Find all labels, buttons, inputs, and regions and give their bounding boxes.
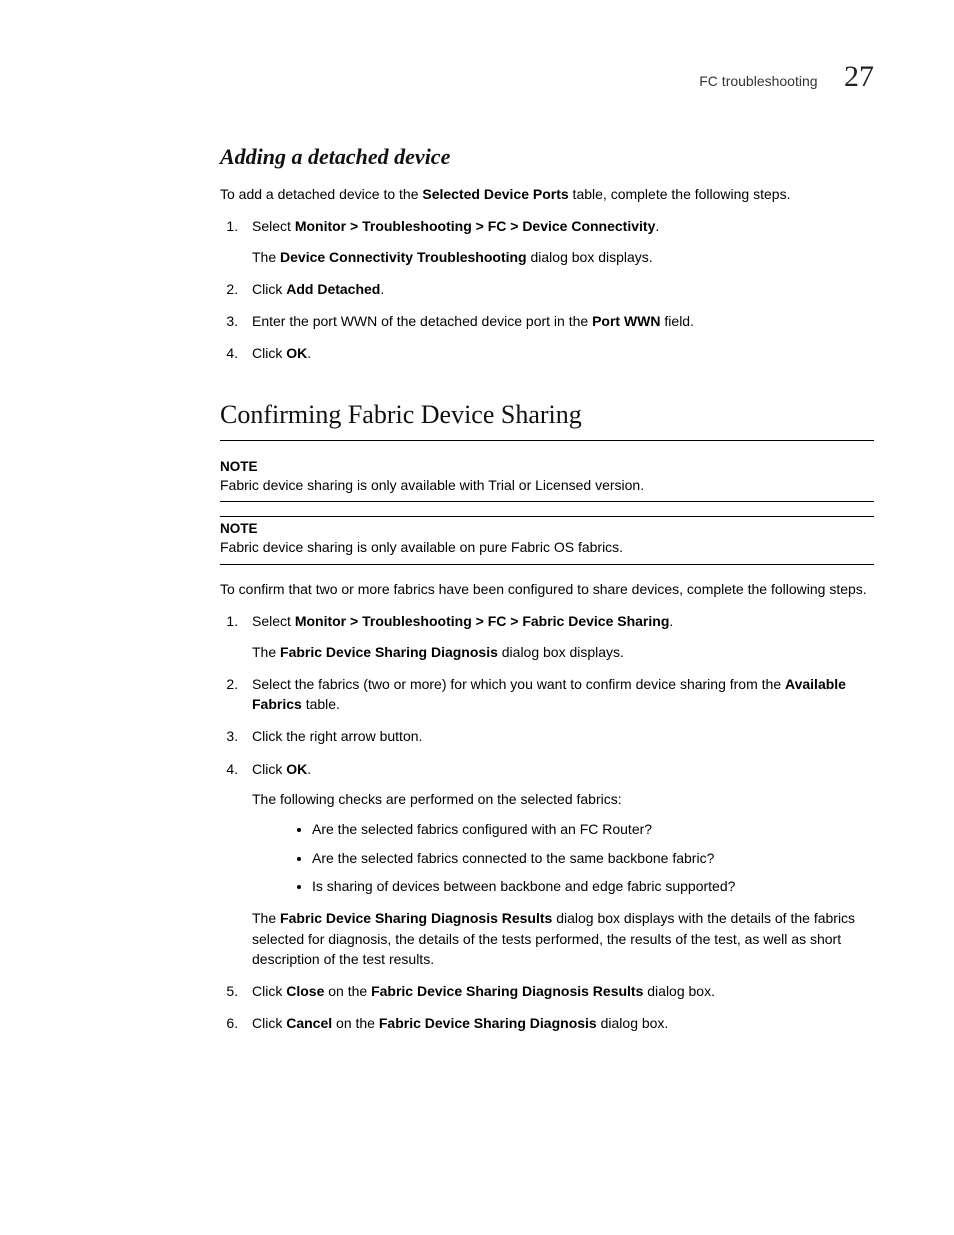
step-item: Select the fabrics (two or more) for whi…: [242, 674, 874, 715]
text-bold: Cancel: [286, 1015, 332, 1031]
text: Click: [252, 345, 286, 361]
text: .: [655, 218, 659, 234]
text: .: [307, 345, 311, 361]
section-heading-adding-detached: Adding a detached device: [220, 144, 874, 170]
rule: [220, 440, 874, 441]
text: Click: [252, 761, 286, 777]
step-item: Click Add Detached.: [242, 279, 874, 299]
text: .: [380, 281, 384, 297]
text: Select: [252, 218, 295, 234]
text-bold: OK: [286, 345, 307, 361]
note-box-2: NOTE Fabric device sharing is only avail…: [220, 516, 874, 565]
text: Click: [252, 983, 286, 999]
text: dialog box.: [597, 1015, 669, 1031]
text-bold: Selected Device Ports: [422, 186, 568, 202]
note-label: NOTE: [220, 521, 874, 536]
note-text: Fabric device sharing is only available …: [220, 538, 874, 558]
chapter-number: 27: [844, 60, 874, 93]
text: To add a detached device to the: [220, 186, 422, 202]
step-sub: The Fabric Device Sharing Diagnosis dial…: [252, 642, 874, 662]
text: on the: [324, 983, 371, 999]
steps-list-2: Select Monitor > Troubleshooting > FC > …: [220, 611, 874, 1033]
text: The: [252, 910, 280, 926]
note-box-1: NOTE Fabric device sharing is only avail…: [220, 455, 874, 503]
steps-list-1: Select Monitor > Troubleshooting > FC > …: [220, 216, 874, 363]
step-sub: The following checks are performed on th…: [252, 789, 874, 809]
text: table.: [302, 696, 340, 712]
text: The: [252, 644, 280, 660]
step-item: Click Close on the Fabric Device Sharing…: [242, 981, 874, 1001]
text-bold: Close: [286, 983, 324, 999]
text-bold: Fabric Device Sharing Diagnosis Results: [371, 983, 643, 999]
text: dialog box.: [643, 983, 715, 999]
text: field.: [661, 313, 694, 329]
text: Select: [252, 613, 295, 629]
text-bold: Fabric Device Sharing Diagnosis Results: [280, 910, 552, 926]
step-item: Select Monitor > Troubleshooting > FC > …: [242, 611, 874, 662]
bullet-item: Are the selected fabrics configured with…: [312, 819, 874, 839]
intro-paragraph-2: To confirm that two or more fabrics have…: [220, 579, 874, 599]
text: Click: [252, 1015, 286, 1031]
text-bold: Fabric Device Sharing Diagnosis: [379, 1015, 597, 1031]
running-title: FC troubleshooting: [699, 73, 817, 89]
text: Select the fabrics (two or more) for whi…: [252, 676, 785, 692]
text: dialog box displays.: [527, 249, 653, 265]
text: .: [669, 613, 673, 629]
text: dialog box displays.: [498, 644, 624, 660]
running-header: FC troubleshooting 27: [220, 60, 874, 94]
bullet-item: Are the selected fabrics connected to th…: [312, 848, 874, 868]
text-bold: OK: [286, 761, 307, 777]
step-item: Click the right arrow button.: [242, 726, 874, 746]
step-item: Click OK. The following checks are perfo…: [242, 759, 874, 969]
bullet-list: Are the selected fabrics configured with…: [252, 819, 874, 896]
step-item: Click Cancel on the Fabric Device Sharin…: [242, 1013, 874, 1033]
note-text: Fabric device sharing is only available …: [220, 476, 874, 496]
bullet-item: Is sharing of devices between backbone a…: [312, 876, 874, 896]
text: Click the right arrow button.: [252, 728, 422, 744]
step-item: Enter the port WWN of the detached devic…: [242, 311, 874, 331]
text-bold: Device Connectivity Troubleshooting: [280, 249, 527, 265]
document-page: FC troubleshooting 27 Adding a detached …: [0, 0, 954, 1126]
text: table, complete the following steps.: [569, 186, 791, 202]
step-result: The Fabric Device Sharing Diagnosis Resu…: [252, 908, 874, 969]
text: The: [252, 249, 280, 265]
text-bold: Fabric Device Sharing Diagnosis: [280, 644, 498, 660]
text: Click: [252, 281, 286, 297]
text-bold: Add Detached: [286, 281, 380, 297]
text: Enter the port WWN of the detached devic…: [252, 313, 592, 329]
text-bold: Monitor > Troubleshooting > FC > Device …: [295, 218, 656, 234]
intro-paragraph: To add a detached device to the Selected…: [220, 184, 874, 204]
text: .: [307, 761, 311, 777]
step-item: Select Monitor > Troubleshooting > FC > …: [242, 216, 874, 267]
text: on the: [332, 1015, 379, 1031]
text-bold: Port WWN: [592, 313, 660, 329]
step-sub: The Device Connectivity Troubleshooting …: [252, 247, 874, 267]
note-label: NOTE: [220, 459, 874, 474]
step-item: Click OK.: [242, 343, 874, 363]
section-heading-confirming: Confirming Fabric Device Sharing: [220, 400, 874, 430]
text-bold: Monitor > Troubleshooting > FC > Fabric …: [295, 613, 670, 629]
